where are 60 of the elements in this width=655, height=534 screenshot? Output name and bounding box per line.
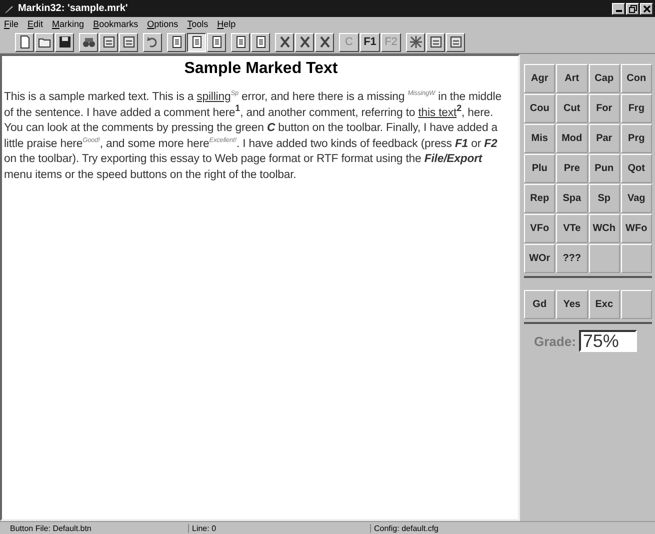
close-icon — [642, 4, 650, 12]
mark-button[interactable]: Frg — [620, 94, 652, 123]
mark-button[interactable]: Con — [620, 64, 652, 93]
window-title: Markin32: 'sample.mrk' — [18, 3, 129, 14]
mark-button[interactable]: Art — [556, 64, 588, 93]
mark-button[interactable]: VFo — [524, 214, 556, 243]
mark-button[interactable]: WFo — [620, 214, 652, 243]
mark-button[interactable]: Agr — [524, 64, 556, 93]
align-left-icon[interactable] — [167, 32, 186, 52]
status-text: Config: default.cfg — [373, 524, 440, 532]
toolbar-button[interactable]: F1 — [360, 32, 380, 52]
document-editor[interactable] — [0, 54, 520, 521]
menu-item[interactable]: Help — [217, 19, 236, 29]
praise-button[interactable]: Exc — [588, 290, 620, 319]
mark-button[interactable]: Spa — [556, 184, 588, 213]
grade-label: Grade: — [534, 334, 576, 348]
mark-button[interactable]: Plu — [524, 154, 556, 183]
mark-button[interactable]: WCh — [588, 214, 620, 243]
grade-field[interactable]: 75% — [578, 330, 637, 352]
pen-icon — [4, 4, 14, 14]
status-text: Button File: Default.btn — [0, 524, 189, 532]
menu-item[interactable]: Tools — [187, 19, 208, 29]
status-text: Line: 0 — [189, 524, 371, 532]
mark-button[interactable]: Pun — [588, 154, 620, 183]
mark-button[interactable]: Qot — [620, 154, 652, 183]
open-folder-icon[interactable] — [35, 32, 54, 52]
document-paragraph: This is a sample marked text. This is a spilling$^{Sp}$ error, and here there is a missing $^{MissingW}$ in the middle of the sentence. I have added a comment here$^{1}$, and another comment, referring to this text$^{2}$, here. You can look at the comments by pressing the green C button on the toolbar. Finally, I have added a little praise here$^{Good!}$, and some more here$^{Excellent!}$. I have added two kinds of feedback (press F1 or F2 on the toolbar). Try exporting this essay to Web page format or RTF format using the File/Export menu items or the speed buttons on the right of the toolbar. — [4, 90, 502, 182]
mark-button[interactable]: Cou — [524, 94, 556, 123]
menu-item[interactable]: Bookmarks — [93, 19, 138, 29]
menu-item[interactable]: File — [4, 19, 19, 29]
align-right-icon[interactable] — [207, 32, 226, 52]
minimize-button[interactable] — [612, 2, 625, 14]
mark-button[interactable]: Par — [588, 124, 620, 153]
menu-item[interactable]: Options — [147, 19, 178, 29]
mark-button[interactable]: Vag — [620, 184, 652, 213]
mark-button[interactable]: For — [588, 94, 620, 123]
align-center-icon[interactable] — [187, 32, 206, 52]
mark-button[interactable]: Sp — [588, 184, 620, 213]
mark-button[interactable]: VTe — [556, 214, 588, 243]
star-burst-icon[interactable] — [406, 32, 425, 52]
mark-button[interactable]: Cap — [588, 64, 620, 93]
minimize-icon — [616, 10, 622, 12]
document-heading: Sample Marked Text — [183, 60, 339, 78]
mark-button[interactable]: Mod — [556, 124, 588, 153]
mark-button[interactable]: Cut — [556, 94, 588, 123]
menu-item[interactable]: Edit — [28, 19, 44, 29]
praise-button[interactable]: Yes — [556, 290, 588, 319]
mark-button[interactable]: Rep — [524, 184, 556, 213]
mark-button[interactable]: ??? — [556, 244, 588, 273]
binoculars-icon[interactable] — [79, 32, 98, 52]
new-file-icon[interactable] — [15, 32, 34, 52]
restore-icon — [628, 4, 636, 12]
maximize-button[interactable] — [626, 2, 639, 14]
menu-item[interactable]: Marking — [52, 19, 84, 29]
close-button[interactable] — [640, 2, 653, 14]
mark-button[interactable]: WOr — [524, 244, 556, 273]
praise-button[interactable]: Gd — [524, 290, 556, 319]
mark-button[interactable]: Mis — [524, 124, 556, 153]
mark-button[interactable]: Prg — [620, 124, 652, 153]
mark-button[interactable]: Pre — [556, 154, 588, 183]
